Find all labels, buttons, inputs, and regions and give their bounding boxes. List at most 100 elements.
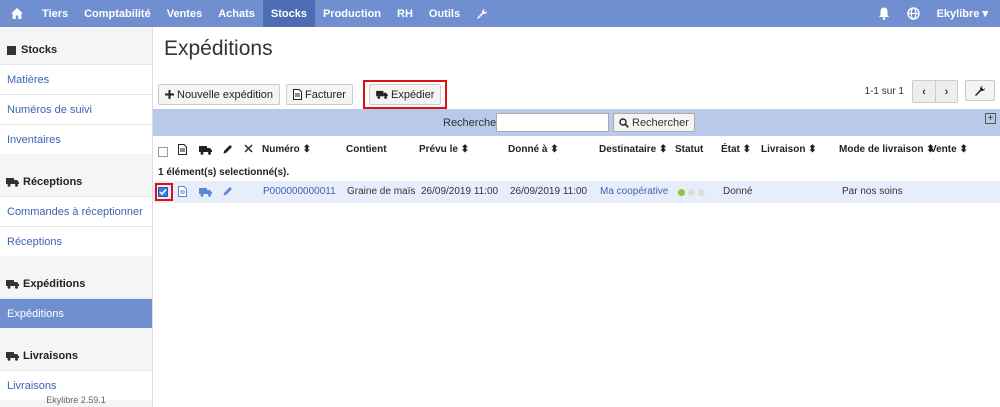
column-prevu-le[interactable]: Prévu le ⬍ [419,144,469,155]
column-vente[interactable]: Vente ⬍ [930,144,968,155]
row-numero-link[interactable]: P000000000011 [263,186,336,197]
notifications-button[interactable] [869,7,899,20]
nav-achats[interactable]: Achats [210,0,263,27]
close-icon [244,144,253,153]
sidebar-section-receptions: Réceptions [0,168,152,196]
column-mode-de-livraison[interactable]: Mode de livraison ⬍ [839,144,935,155]
table-row[interactable]: P000000000011 Graine de maïs 26/09/2019 … [153,181,1000,203]
previous-page-button[interactable]: ‹ [913,81,935,102]
plus-icon [165,90,174,99]
invoice-button[interactable]: Facturer [286,84,353,105]
status-dot-grey [688,189,695,196]
sidebar-item-expeditions[interactable]: Expéditions [0,298,152,328]
pencil-icon [223,187,232,196]
nav-ventes[interactable]: Ventes [159,0,210,27]
column-etat[interactable]: État ⬍ [721,144,751,155]
document-icon [178,144,187,155]
nav-comptabilite[interactable]: Comptabilité [76,0,159,27]
sidebar-item-commandes-a-receptionner[interactable]: Commandes à réceptionner [0,196,152,226]
column-contient: Contient [346,144,387,155]
document-icon [293,89,303,100]
column-livraison[interactable]: Livraison ⬍ [761,144,817,155]
document-icon [178,186,187,197]
sidebar-item-numeros-de-suivi[interactable]: Numéros de suivi [0,94,152,124]
row-ship-button[interactable] [199,187,212,197]
sidebar-section-expeditions: Expéditions [0,270,152,298]
pagination-text: 1-1 sur 1 [864,86,904,97]
sidebar-section-title: Stocks [21,44,58,56]
chevron-left-icon: ‹ [922,85,926,98]
page-title: Expéditions [164,37,273,60]
settings-wrench-button[interactable] [468,0,496,27]
sidebar-section-title: Expéditions [23,278,86,290]
sidebar-item-inventaires[interactable]: Inventaires [0,124,152,154]
row-destinataire-link[interactable]: Ma coopérative [600,186,668,197]
expand-search-button[interactable]: + [985,113,996,124]
next-page-button[interactable]: › [935,81,957,102]
search-bar: Rechercher Rechercher + [153,109,1000,136]
column-donne-a[interactable]: Donné à ⬍ [508,144,559,155]
truck-icon [6,279,19,289]
sidebar-section-title: Livraisons [23,350,79,362]
wrench-icon [975,85,985,96]
column-numero[interactable]: Numéro ⬍ [262,144,311,155]
search-button-label: Rechercher [632,116,689,129]
search-icon [619,117,629,128]
search-label: Rechercher [443,116,500,129]
row-document-button[interactable] [178,186,187,197]
top-navigation-bar: Tiers Comptabilité Ventes Achats Stocks … [0,0,1000,27]
ship-button-highlight: Expédier [362,80,448,109]
wrench-icon [477,8,488,19]
ship-label: Expédier [390,88,435,101]
sidebar: Stocks Matières Numéros de suivi Inventa… [0,27,153,407]
truck-icon [199,145,212,155]
nav-stocks[interactable]: Stocks [262,0,315,27]
search-button[interactable]: Rechercher [613,113,695,132]
nav-production[interactable]: Production [315,0,389,27]
row-donne-a: 26/09/2019 11:00 [510,186,588,197]
select-all-checkbox[interactable] [158,147,168,157]
status-dot-grey [698,189,705,196]
search-input[interactable] [496,113,609,132]
nav-tiers[interactable]: Tiers [34,0,76,27]
bell-icon [878,7,889,20]
column-label: Destinataire [599,144,657,155]
sidebar-item-matieres[interactable]: Matières [0,64,152,94]
truck-icon [199,188,212,197]
truck-icon [376,90,388,99]
main-content: Expéditions Nouvelle expédition Facturer… [153,27,1000,407]
row-edit-button[interactable] [223,186,233,196]
row-checkbox-highlight [155,183,173,201]
status-dot-green [678,189,685,196]
list-settings-button[interactable] [965,80,995,101]
sidebar-section-livraisons: Livraisons [0,342,152,370]
column-label: Livraison [761,144,806,155]
sidebar-item-receptions[interactable]: Réceptions [0,226,152,256]
language-button[interactable] [899,7,929,20]
sidebar-section-title: Réceptions [23,176,83,188]
home-button[interactable] [0,0,34,27]
row-prevu-le: 26/09/2019 11:00 [421,186,499,197]
app-version: Ekylibre 2.59.1 [46,395,106,405]
row-contient: Graine de maïs [347,186,416,197]
column-label: Vente [930,144,957,155]
pagination: 1-1 sur 1 ‹ › [865,80,958,103]
row-etat: Donné [723,186,753,197]
sidebar-section-stocks: Stocks [0,36,152,64]
column-destinataire[interactable]: Destinataire ⬍ [599,144,667,155]
cube-icon [6,45,17,56]
nav-rh[interactable]: RH [389,0,421,27]
pencil-icon [223,144,233,154]
home-icon [11,8,23,19]
new-expedition-button[interactable]: Nouvelle expédition [158,84,281,105]
nav-outils[interactable]: Outils [421,0,468,27]
table-header: Numéro ⬍ Contient Prévu le ⬍ Donné à ⬍ D… [153,139,1000,161]
user-name: Ekylibre [936,8,980,20]
column-statut: Statut [675,144,704,155]
caret-down-icon: ▾ [982,8,988,20]
user-menu[interactable]: Ekylibre ▾ [929,7,1000,20]
ship-button[interactable]: Expédier [368,84,442,105]
row-status-indicator [678,188,708,199]
chevron-right-icon: › [944,85,949,98]
toolbar: Nouvelle expédition Facturer Expédier [158,80,448,109]
